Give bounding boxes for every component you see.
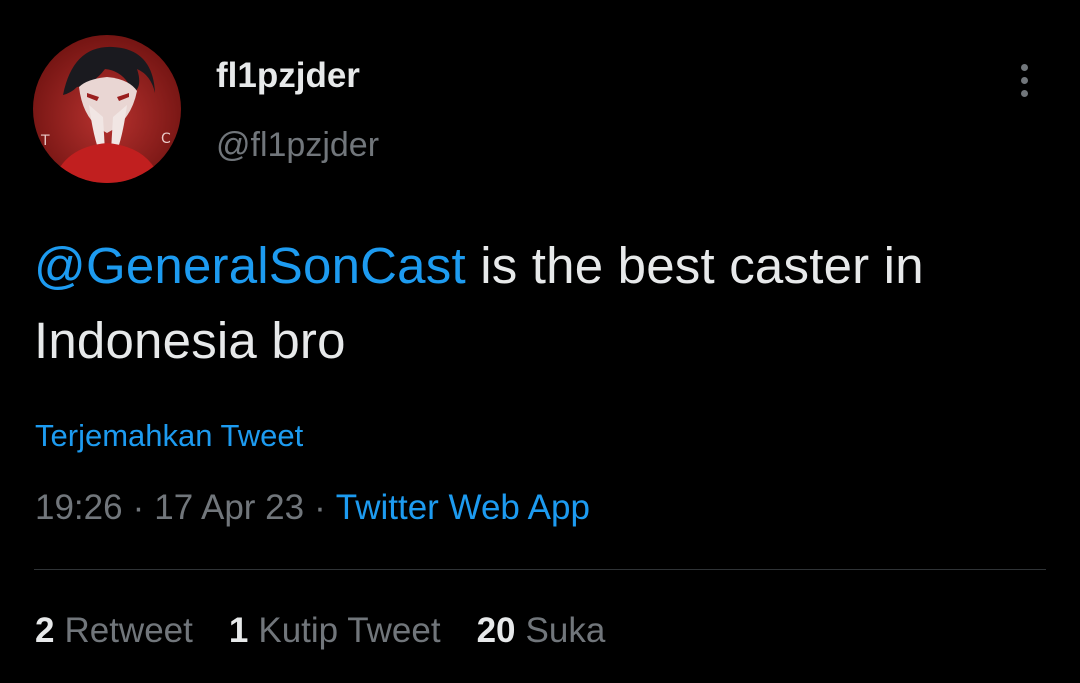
tweet-source-link[interactable]: Twitter Web App <box>336 488 590 527</box>
user-handle[interactable]: @fl1pzjder <box>216 126 379 165</box>
more-options-button[interactable] <box>1004 58 1044 102</box>
stat-label: Suka <box>525 611 606 650</box>
display-name[interactable]: fl1pzjder <box>216 56 360 96</box>
meta-separator: · <box>132 488 145 527</box>
more-vertical-icon-dot <box>1020 89 1028 97</box>
stat-count: 20 <box>476 611 516 650</box>
avatar[interactable]: T C <box>33 35 181 183</box>
mention-link[interactable]: @GeneralSonCast <box>34 237 466 294</box>
stat-label: Kutip Tweet <box>258 611 441 650</box>
more-vertical-icon <box>1020 63 1028 71</box>
meta-separator: · <box>314 488 326 527</box>
tweet-time: 19:26 <box>35 488 123 527</box>
stat-count: 2 <box>35 611 55 650</box>
stat-label: Retweet <box>64 611 193 650</box>
avatar-image: T C <box>33 35 181 183</box>
svg-text:T: T <box>40 133 50 149</box>
engagement-stats: 2 Retweet 1 Kutip Tweet 20 Suka <box>35 611 641 651</box>
quote-tweet-count[interactable]: 1 Kutip Tweet <box>229 611 441 651</box>
divider <box>34 569 1046 570</box>
retweet-count[interactable]: 2 Retweet <box>35 611 193 651</box>
more-vertical-icon-dot <box>1020 76 1028 84</box>
svg-text:C: C <box>161 131 171 147</box>
tweet-meta: 19:26 · 17 Apr 23 · Twitter Web App <box>35 488 590 528</box>
tweet-text: @GeneralSonCast is the best caster in In… <box>34 228 1044 378</box>
like-count[interactable]: 20 Suka <box>477 611 606 651</box>
stat-count: 1 <box>228 611 249 650</box>
translate-tweet-link[interactable]: Terjemahkan Tweet <box>35 418 303 454</box>
tweet-date: 17 Apr 23 <box>154 488 305 527</box>
